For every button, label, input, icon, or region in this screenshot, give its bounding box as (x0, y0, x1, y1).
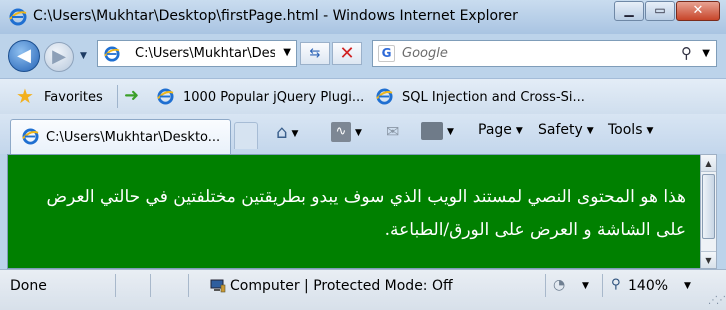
page-icon (104, 46, 120, 62)
status-bar: Done Computer | Protected Mode: Off ◔ ▼ … (0, 269, 726, 310)
tools-menu-label: Tools (608, 122, 643, 138)
window-frame-edge (717, 154, 726, 269)
page-dropdown-icon: ▼ (515, 126, 523, 136)
new-tab-button[interactable] (234, 122, 258, 149)
search-icon[interactable]: ⚲ (681, 44, 692, 62)
maximize-icon: ▭ (654, 3, 666, 17)
zoom-dropdown-icon[interactable]: ▼ (684, 281, 691, 291)
add-to-favorites-icon[interactable]: ➜ (124, 86, 139, 106)
page-content: هذا هو المحتوى النصي لمستند الويب الذي س… (7, 154, 700, 269)
safety-menu[interactable]: Safety ▼ (538, 122, 594, 146)
address-bar[interactable]: C:\Users\Mukhtar\Des ▼ (97, 40, 297, 67)
print-button[interactable]: ▼ (421, 122, 454, 146)
back-button[interactable]: ◀ (8, 40, 40, 72)
home-button[interactable]: ⌂ ▼ (276, 122, 298, 146)
zoom-icon[interactable]: ⚲ (611, 277, 621, 292)
recent-pages-dropdown-icon[interactable]: ▼ (80, 51, 87, 61)
maximize-button[interactable]: ▭ (645, 1, 675, 21)
search-dropdown-icon[interactable]: ▼ (702, 48, 710, 59)
computer-zone-icon (210, 279, 226, 293)
tools-dropdown-icon: ▼ (646, 126, 654, 136)
safety-menu-label: Safety (538, 122, 583, 138)
divider (602, 274, 603, 297)
home-icon: ⌂ (276, 122, 288, 143)
close-icon: ✕ (692, 3, 704, 18)
arabic-paragraph: هذا هو المحتوى النصي لمستند الويب الذي س… (46, 187, 686, 240)
vertical-scrollbar[interactable]: ▲ ▼ (700, 154, 717, 269)
mail-icon: ✉ (386, 122, 400, 141)
refresh-icon: ⇆ (309, 46, 321, 61)
rss-feed-icon: ∿ (331, 122, 351, 142)
divider (545, 274, 546, 297)
favorites-star-icon[interactable]: ★ (16, 86, 34, 106)
protected-mode-globe-icon[interactable]: ◔ (553, 277, 565, 293)
divider (115, 274, 116, 297)
protected-mode-dropdown-icon[interactable]: ▼ (582, 281, 589, 291)
search-bar[interactable]: G Google ⚲ ▼ (372, 40, 717, 67)
tab-current-page[interactable]: C:\Users\Mukhtar\Deskto... (10, 119, 231, 154)
divider (188, 274, 189, 297)
print-dropdown-icon[interactable]: ▼ (447, 127, 454, 137)
forward-button[interactable]: ▶ (44, 42, 74, 72)
safety-dropdown-icon: ▼ (586, 126, 594, 136)
scrollbar-thumb[interactable] (702, 174, 715, 239)
search-input[interactable]: Google (402, 46, 448, 61)
favorite-link-label: 1000 Popular jQuery Plugi... (183, 90, 365, 105)
back-arrow-icon: ◀ (17, 45, 31, 66)
stop-icon: ✕ (339, 43, 355, 64)
address-dropdown-icon[interactable]: ▼ (283, 47, 291, 58)
close-window-button[interactable]: ✕ (676, 1, 720, 21)
favorite-link-jquery[interactable]: 1000 Popular jQuery Plugi... (157, 87, 367, 107)
window-controls: ▁ ▭ ✕ (613, 1, 720, 21)
address-input[interactable]: C:\Users\Mukhtar\Des (135, 46, 275, 61)
security-zone[interactable]: Computer | Protected Mode: Off (230, 278, 453, 294)
feeds-button[interactable]: ∿ ▼ (331, 122, 362, 146)
favorite-link-label: SQL Injection and Cross-Si... (402, 90, 585, 105)
divider (117, 85, 118, 108)
page-icon (376, 88, 393, 105)
feeds-dropdown-icon[interactable]: ▼ (355, 128, 362, 138)
divider (150, 274, 151, 297)
navigation-bar: ◀ ▶ ▼ C:\Users\Mukhtar\Des ▼ ⇆ ✕ G Googl… (0, 34, 726, 76)
tab-row: C:\Users\Mukhtar\Deskto... ⌂ ▼ ∿ ▼ ✉ ▼ Pag… (0, 114, 726, 154)
printer-icon (421, 122, 443, 140)
home-dropdown-icon[interactable]: ▼ (291, 129, 298, 139)
status-text: Done (10, 278, 47, 294)
window-title: C:\Users\Mukhtar\Desktop\firstPage.html … (33, 8, 518, 24)
refresh-button[interactable]: ⇆ (300, 42, 330, 65)
minimize-button[interactable]: ▁ (614, 1, 644, 21)
scroll-down-icon[interactable]: ▼ (701, 251, 716, 268)
resize-grip-icon[interactable]: ⋰⋰ (708, 295, 726, 306)
favorites-button[interactable]: Favorites (44, 90, 103, 105)
favorites-bar: ★ Favorites ➜ 1000 Popular jQuery Plugi.… (0, 78, 726, 114)
google-icon: G (378, 45, 395, 62)
zoom-level[interactable]: 140% (628, 278, 668, 294)
ie-logo-icon (9, 8, 27, 26)
scroll-up-icon[interactable]: ▲ (701, 155, 716, 172)
stop-button[interactable]: ✕ (332, 42, 362, 65)
read-mail-button[interactable]: ✉ (386, 122, 399, 146)
minimize-icon: ▁ (624, 3, 634, 17)
favorite-link-sql-injection[interactable]: SQL Injection and Cross-Si... (376, 87, 606, 107)
page-menu-label: Page (478, 122, 512, 138)
title-bar: C:\Users\Mukhtar\Desktop\firstPage.html … (0, 0, 726, 34)
page-icon (157, 88, 174, 105)
page-menu[interactable]: Page ▼ (478, 122, 523, 146)
page-icon (22, 128, 39, 145)
forward-arrow-icon: ▶ (52, 46, 66, 67)
tab-label: C:\Users\Mukhtar\Deskto... (46, 130, 221, 145)
tools-menu[interactable]: Tools ▼ (608, 122, 653, 146)
